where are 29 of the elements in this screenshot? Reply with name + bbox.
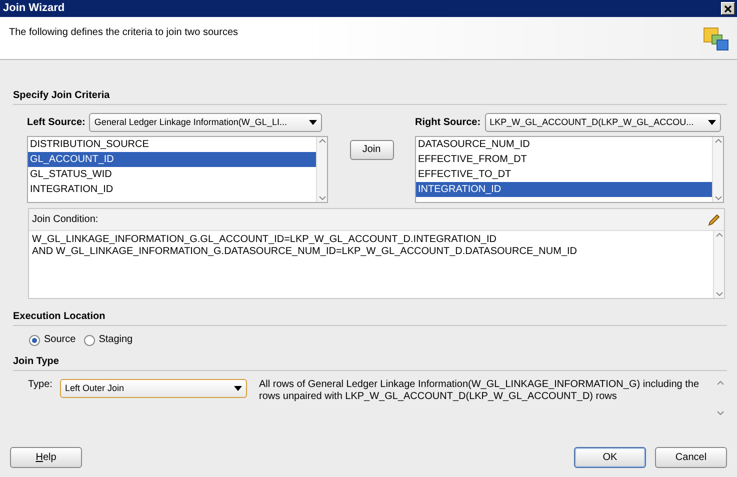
- column-item[interactable]: INTEGRATION_ID: [416, 182, 712, 197]
- wizard-description: The following defines the criteria to join two sources: [9, 27, 238, 40]
- column-item[interactable]: INTEGRATION_ID: [28, 182, 316, 197]
- column-item[interactable]: GL_ACCOUNT_ID: [28, 152, 316, 167]
- condition-line: W_GL_LINKAGE_INFORMATION_G.GL_ACCOUNT_ID=LKP_W_GL_ACCOUNT_D.INTEGRATION_ID: [32, 234, 498, 246]
- radio-label: Source: [44, 334, 76, 346]
- column-item[interactable]: DISTRIBUTION_SOURCE: [28, 137, 316, 152]
- source-dropdown[interactable]: General Ledger Linkage Information(W_GL_LI...: [89, 113, 322, 132]
- source-label: Right Source:: [415, 116, 481, 128]
- radio-label: Staging: [98, 334, 133, 346]
- join-button[interactable]: Join: [350, 140, 394, 160]
- column-item[interactable]: EFFECTIVE_TO_DT: [416, 167, 712, 182]
- window-title: Join Wizard: [3, 2, 65, 16]
- cancel-button[interactable]: Cancel: [655, 447, 727, 468]
- join-type-description: All rows of General Ledger Linkage Information(W_GL_LINKAGE_INFORMATION_G) including the rows unpaired with LKP_W_GL_ACCOUNT_D(LKP_W_GL_ACCOUNT_D) rows: [259, 379, 699, 404]
- section-heading: Execution Location: [13, 311, 727, 326]
- type-label: Type:: [28, 379, 54, 392]
- column-item[interactable]: GL_STATUS_WID: [28, 167, 316, 182]
- column-item[interactable]: EFFECTIVE_FROM_DT: [416, 152, 712, 167]
- section-heading: Join Type: [13, 356, 727, 371]
- source-label: Left Source:: [27, 116, 86, 128]
- column-item[interactable]: DATASOURCE_NUM_ID: [416, 137, 712, 152]
- condition-label: Join Condition:: [32, 214, 98, 226]
- help-button[interactable]: Help: [10, 447, 82, 468]
- section-heading: Specify Join Criteria: [13, 90, 727, 105]
- condition-line: AND W_GL_LINKAGE_INFORMATION_G.DATASOURCE_NUM_ID=LKP_W_GL_ACCOUNT_D.DATASOURCE_NUM_ID: [32, 246, 578, 258]
- source-dropdown[interactable]: LKP_W_GL_ACCOUNT_D(LKP_W_GL_ACCOU...: [484, 113, 721, 132]
- join-type-dropdown[interactable]: Left Outer Join: [60, 379, 247, 398]
- ok-button[interactable]: OK: [574, 447, 646, 468]
